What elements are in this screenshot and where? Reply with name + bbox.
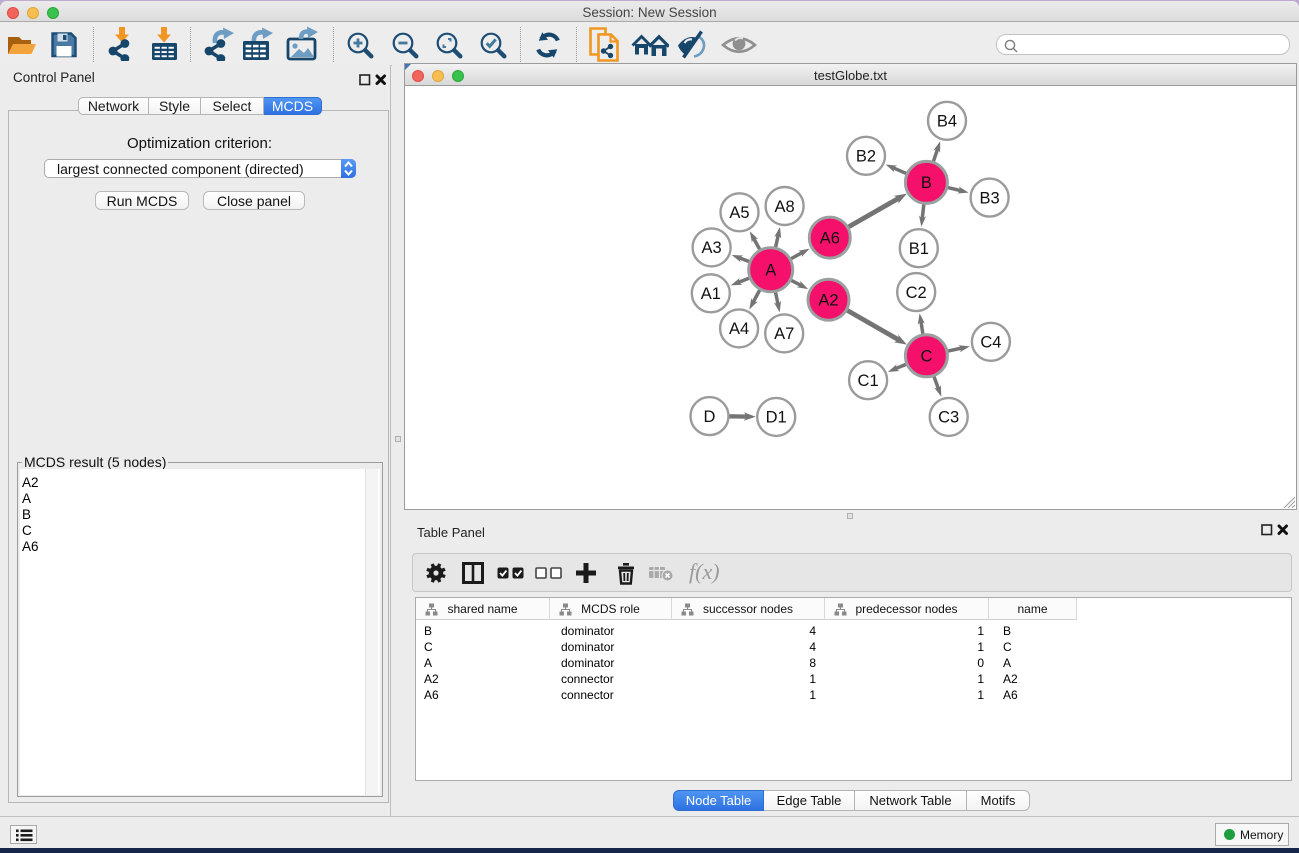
svg-text:B1: B1	[909, 240, 929, 258]
svg-text:B2: B2	[856, 148, 876, 166]
svg-text:B4: B4	[937, 113, 957, 131]
svg-text:A8: A8	[775, 198, 795, 216]
svg-text:A7: A7	[774, 325, 794, 343]
svg-text:A2: A2	[818, 292, 838, 310]
svg-text:A4: A4	[729, 320, 749, 338]
svg-text:D1: D1	[766, 409, 787, 427]
svg-text:D: D	[704, 408, 716, 426]
svg-text:A3: A3	[702, 239, 722, 257]
svg-text:C4: C4	[980, 334, 1001, 352]
svg-text:B: B	[921, 174, 932, 192]
svg-text:C3: C3	[938, 409, 959, 427]
svg-text:A1: A1	[701, 285, 721, 303]
svg-text:B3: B3	[980, 189, 1000, 207]
svg-text:A: A	[765, 262, 776, 280]
svg-text:C2: C2	[906, 284, 927, 302]
svg-text:A6: A6	[820, 229, 840, 247]
svg-text:C1: C1	[858, 372, 879, 390]
svg-text:C: C	[920, 348, 932, 366]
svg-text:A5: A5	[729, 204, 749, 222]
